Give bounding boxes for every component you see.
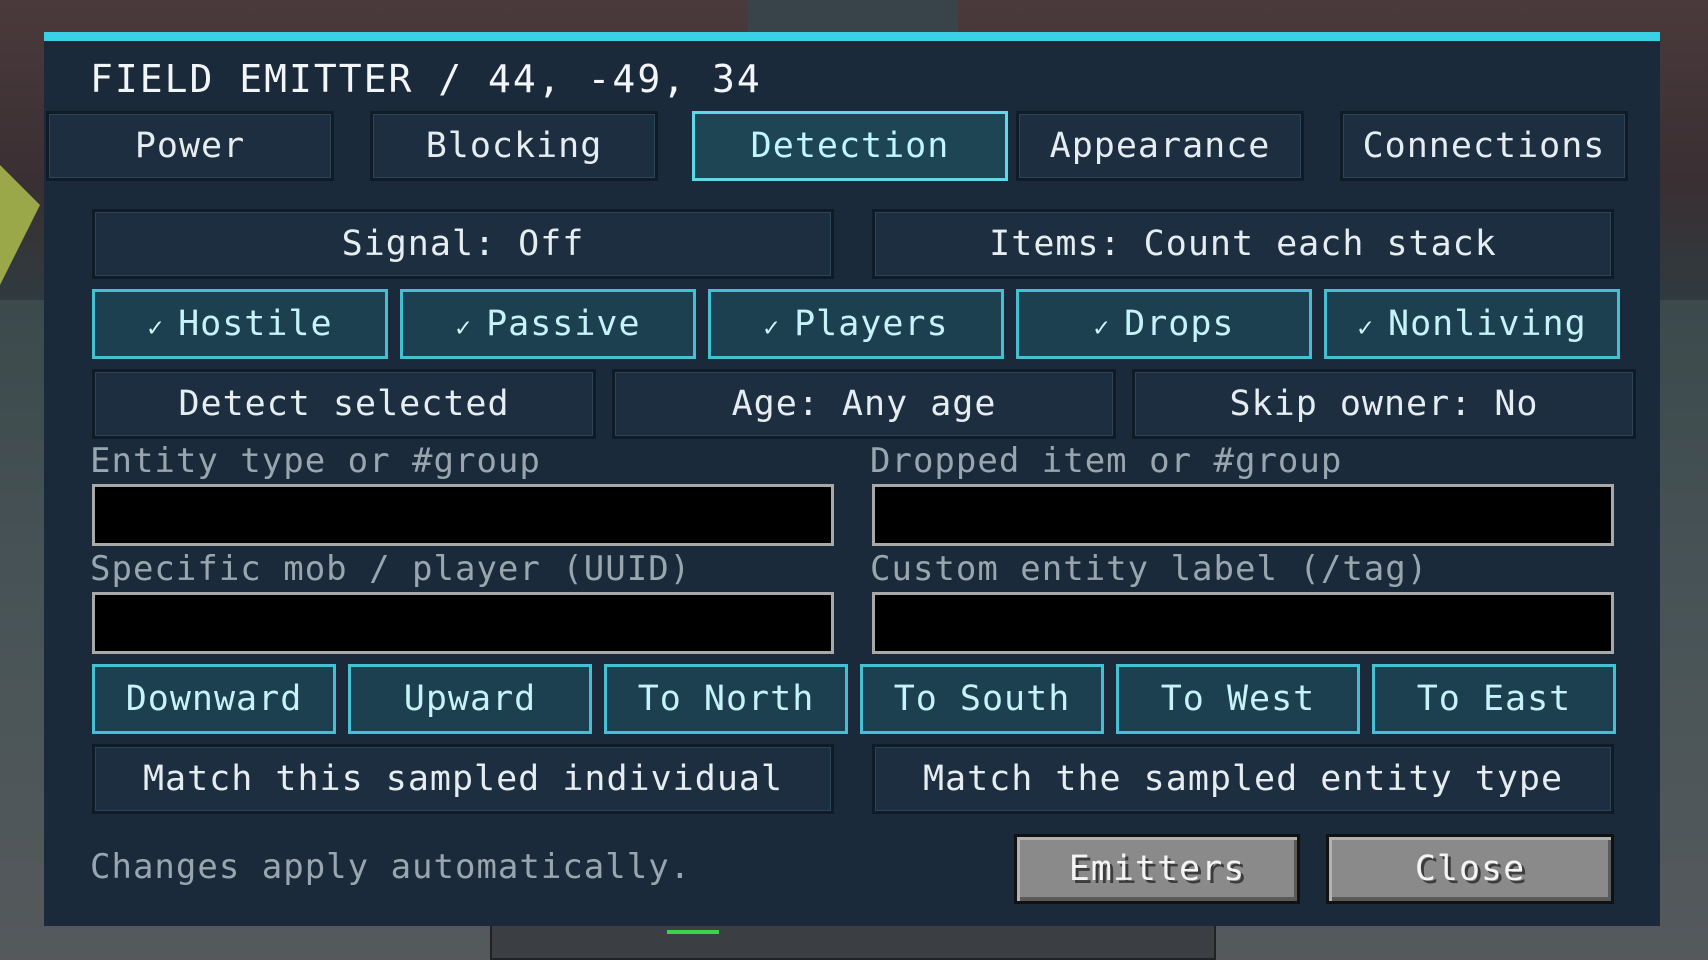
filter-label: Nonliving [1388, 304, 1587, 344]
direction-north-toggle[interactable]: To North [604, 664, 848, 734]
items-count-mode-button[interactable]: Items: Count each stack [872, 209, 1614, 279]
filter-hostile-toggle[interactable]: ✓ Hostile [92, 289, 388, 359]
match-individual-button[interactable]: Match this sampled individual [92, 744, 834, 814]
direction-downward-toggle[interactable]: Downward [92, 664, 336, 734]
direction-west-toggle[interactable]: To West [1116, 664, 1360, 734]
age-filter-button[interactable]: Age: Any age [612, 369, 1116, 439]
checkmark-icon: ✓ [455, 313, 473, 343]
filter-label: Players [794, 304, 949, 344]
checkmark-icon: ✓ [1357, 313, 1374, 343]
direction-east-toggle[interactable]: To East [1372, 664, 1616, 734]
filter-label: Hostile [178, 304, 333, 344]
filter-players-toggle[interactable]: ✓ Players [708, 289, 1004, 359]
entity-type-label: Entity type or #group [90, 441, 541, 481]
tab-appearance[interactable]: Appearance [1016, 111, 1304, 181]
entity-type-input[interactable] [92, 484, 834, 546]
footer-note: Changes apply automatically. [90, 847, 692, 887]
field-emitter-panel: FIELD EMITTER / 44, -49, 34 Power Blocki… [44, 32, 1660, 926]
filter-passive-toggle[interactable]: ✓ Passive [400, 289, 696, 359]
filter-label: Passive [486, 304, 641, 344]
custom-label-input[interactable] [872, 592, 1614, 654]
dropped-item-input[interactable] [872, 484, 1614, 546]
tab-connections[interactable]: Connections [1340, 111, 1628, 181]
filter-label: Drops [1124, 304, 1235, 344]
checkmark-icon: ✓ [763, 313, 781, 343]
detect-selected-button[interactable]: Detect selected [92, 369, 596, 439]
hotbar [490, 922, 1216, 960]
direction-south-toggle[interactable]: To South [860, 664, 1104, 734]
filter-nonliving-toggle[interactable]: ✓ Nonliving [1324, 289, 1620, 359]
machine-pillar [748, 0, 958, 34]
direction-upward-toggle[interactable]: Upward [348, 664, 592, 734]
hotbar-energy-bar [667, 930, 719, 934]
signal-toggle-button[interactable]: Signal: Off [92, 209, 834, 279]
panel-title: FIELD EMITTER / 44, -49, 34 [90, 57, 762, 101]
match-entity-type-button[interactable]: Match the sampled entity type [872, 744, 1614, 814]
tab-blocking[interactable]: Blocking [370, 111, 658, 181]
specific-mob-input[interactable] [92, 592, 834, 654]
lime-block-edge [0, 165, 40, 285]
tab-power[interactable]: Power [46, 111, 334, 181]
filter-drops-toggle[interactable]: ✓ Drops [1016, 289, 1312, 359]
custom-label-label: Custom entity label (/tag) [870, 549, 1429, 589]
checkmark-icon: ✓ [1093, 313, 1111, 343]
dropped-item-label: Dropped item or #group [870, 441, 1343, 481]
emitters-button[interactable]: Emitters [1014, 834, 1300, 904]
tab-detection[interactable]: Detection [692, 111, 1008, 181]
skip-owner-button[interactable]: Skip owner: No [1132, 369, 1636, 439]
checkmark-icon: ✓ [147, 313, 165, 343]
close-button[interactable]: Close [1326, 834, 1614, 904]
specific-mob-label: Specific mob / player (UUID) [90, 549, 692, 589]
